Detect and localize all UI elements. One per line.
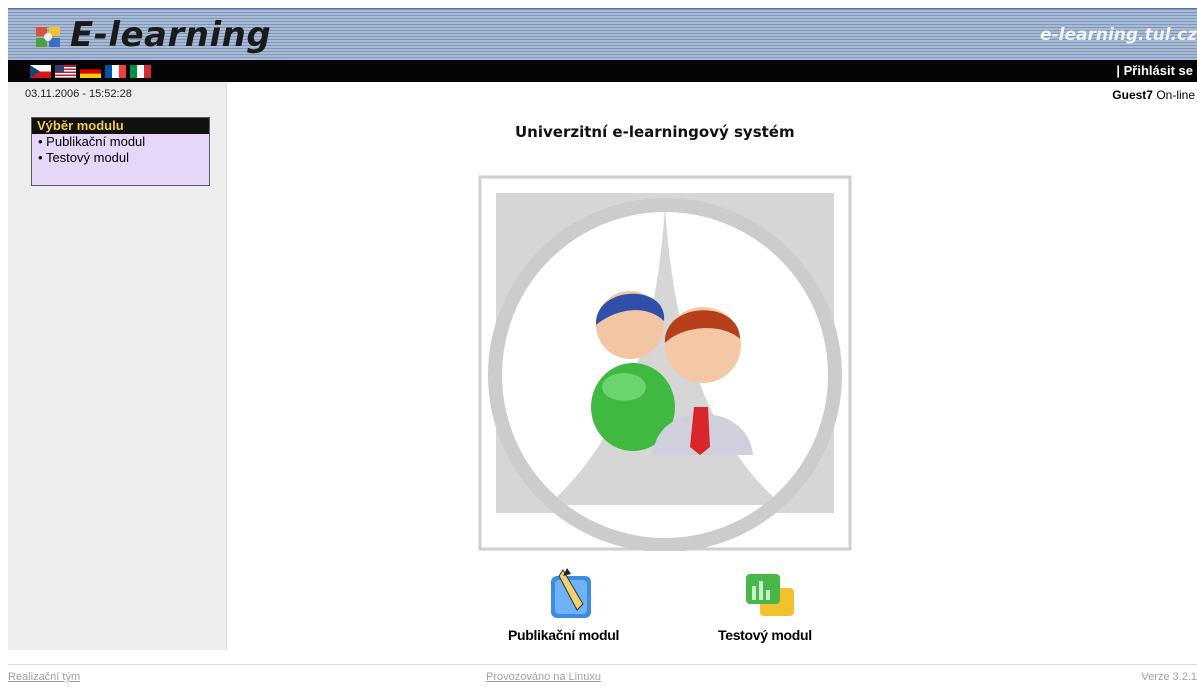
module-box-heading: Výběr modulu <box>32 118 209 134</box>
team-link[interactable]: Realizační tým <box>8 671 80 683</box>
logo-text[interactable]: E-learning <box>70 15 271 55</box>
us-flag-icon[interactable] <box>55 65 76 78</box>
test-chart-icon <box>745 574 794 616</box>
header-banner: E-learning e-learning.tul.cz <box>8 8 1197 61</box>
fr-flag-icon[interactable] <box>105 65 126 78</box>
datetime-display: 03.11.2006 - 15:52:28 <box>25 88 132 100</box>
test-module-label: Testový modul <box>718 627 812 643</box>
page-title: Univerzitní e-learningový systém <box>515 123 795 141</box>
user-name: Guest7 <box>1112 88 1153 102</box>
pen-icon <box>550 568 591 618</box>
de-flag-icon[interactable] <box>80 65 101 78</box>
it-flag-icon[interactable] <box>130 65 151 78</box>
linux-link[interactable]: Provozováno na Linuxu <box>486 671 601 683</box>
university-emblem-image <box>478 175 852 551</box>
top-navigation-bar: | Přihlásit se <box>8 60 1197 82</box>
module-select-box: Výběr modulu Publikační modul Testový mo… <box>31 117 210 186</box>
login-link[interactable]: | Přihlásit se <box>1116 63 1193 78</box>
sidebar-item-test[interactable]: Testový modul <box>32 150 209 166</box>
publication-module-label: Publikační modul <box>508 627 620 643</box>
online-label: On-line <box>1156 88 1195 102</box>
cz-flag-icon[interactable] <box>30 65 51 78</box>
footer: Realizační tým Provozováno na Linuxu Ver… <box>8 664 1197 689</box>
sidebar-item-publication[interactable]: Publikační modul <box>32 134 209 150</box>
elearning-logo-icon <box>36 27 60 47</box>
site-url: e-learning.tul.cz <box>1040 25 1197 45</box>
test-module-tile[interactable]: Testový modul <box>718 566 812 643</box>
user-status: Guest7 On-line <box>1112 88 1195 102</box>
publication-module-tile[interactable]: Publikační modul <box>508 566 619 643</box>
version-label: Verze 3.2.1 <box>1141 671 1197 683</box>
